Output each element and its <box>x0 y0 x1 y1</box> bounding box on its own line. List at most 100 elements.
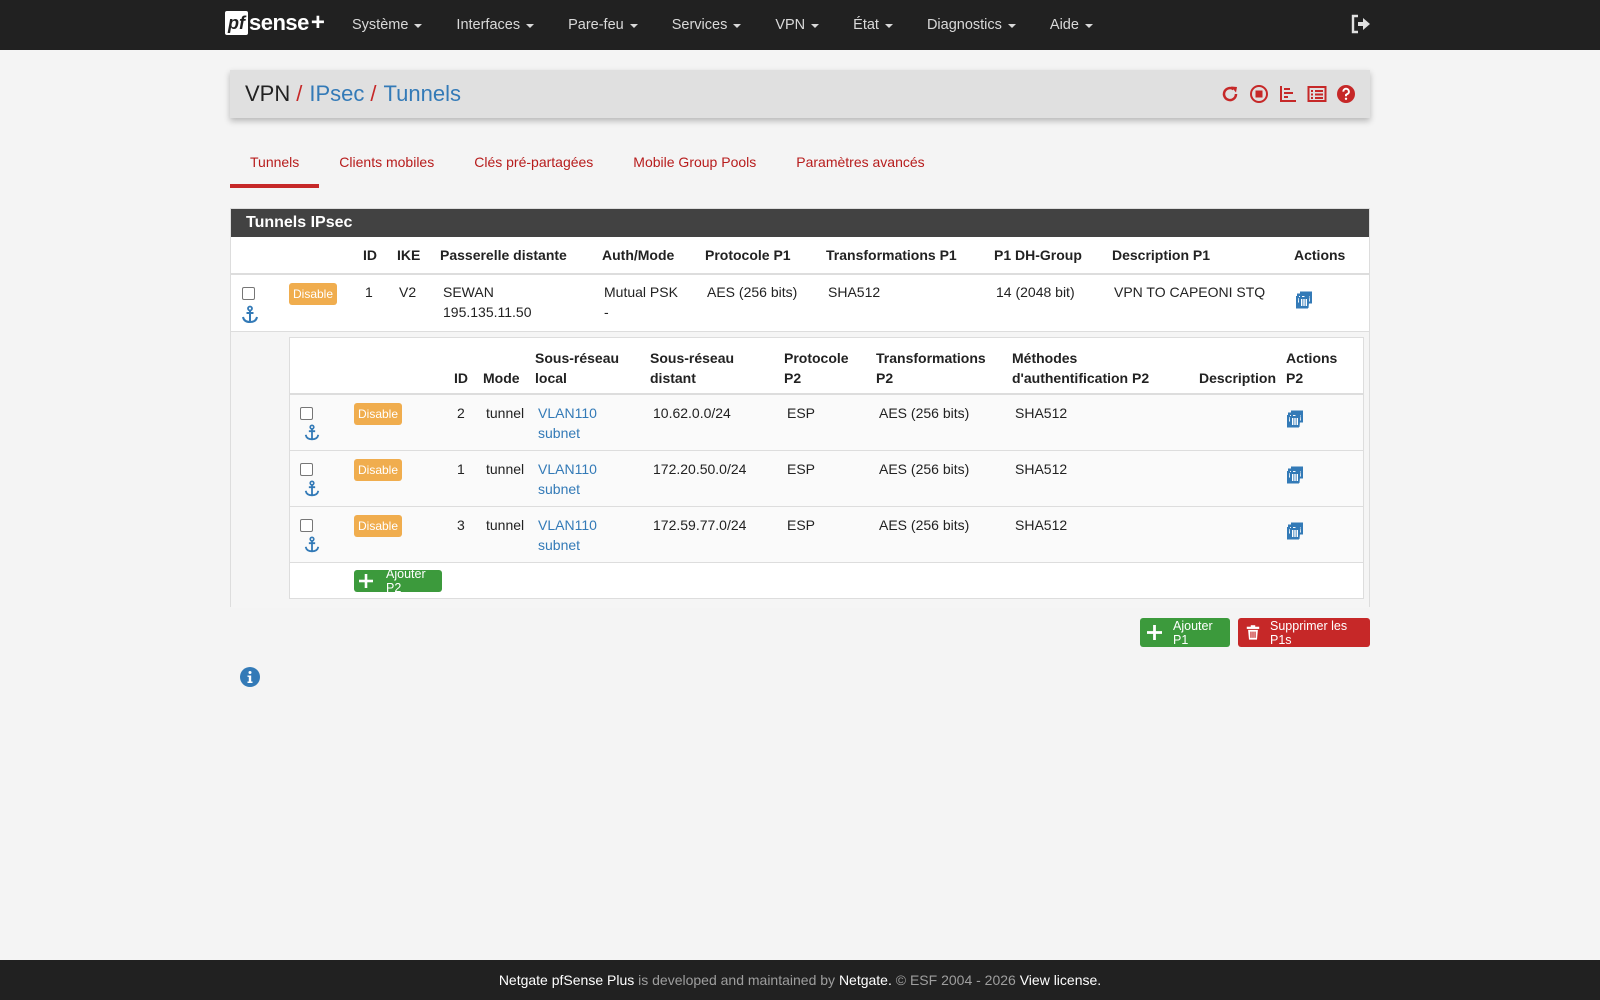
p2-proto: ESP <box>787 461 816 477</box>
p1-auth: Mutual PSK <box>604 284 678 300</box>
menu-interfaces[interactable]: Interfaces <box>442 0 548 50</box>
breadcrumb-ipsec[interactable]: IPsec <box>309 81 364 107</box>
p2-local-link-2[interactable]: subnet <box>538 423 580 443</box>
p1-select-checkbox[interactable] <box>242 287 255 300</box>
chart-icon[interactable] <box>1277 83 1298 104</box>
trash-icon[interactable] <box>1285 521 1305 541</box>
breadcrumb: VPN / IPsec / Tunnels <box>245 81 461 107</box>
stop-circle-icon[interactable] <box>1248 83 1269 104</box>
info-circle-icon[interactable] <box>240 667 260 687</box>
menu-services[interactable]: Services <box>658 0 756 50</box>
breadcrumb-bar: VPN / IPsec / Tunnels <box>230 70 1370 118</box>
plus-icon <box>359 574 373 588</box>
footer-product: Netgate pfSense Plus <box>498 972 635 988</box>
anchor-icon[interactable] <box>303 480 323 500</box>
p2-local-link-2[interactable]: subnet <box>538 479 580 499</box>
caret-down-icon <box>526 24 535 28</box>
trash-icon[interactable] <box>1294 290 1314 310</box>
breadcrumb-tunnels[interactable]: Tunnels <box>384 81 461 107</box>
p2-select-checkbox[interactable] <box>300 519 313 532</box>
menu-label: État <box>853 17 879 33</box>
menu-label: Diagnostics <box>926 17 1002 33</box>
p2-col-transforms: Transformations <box>876 350 986 366</box>
p2-row: Disable 1 tunnel VLAN110 subnet 172.20.5… <box>290 451 1363 507</box>
p2-local-link-2[interactable]: subnet <box>538 535 580 555</box>
tab-cles-pre-partagees[interactable]: Clés pré-partagées <box>454 142 613 188</box>
anchor-icon[interactable] <box>303 424 323 444</box>
p2-auth: SHA512 <box>1015 405 1068 421</box>
p2-transforms: AES (256 bits) <box>879 461 970 477</box>
p2-col-actions-2: P2 <box>1286 370 1304 386</box>
list-icon[interactable] <box>1306 83 1327 104</box>
logo-sense: sense <box>249 10 309 35</box>
p2-local-link[interactable]: VLAN110 <box>538 459 597 479</box>
disable-badge[interactable]: Disable <box>354 515 403 537</box>
menu-aide[interactable]: Aide <box>1036 0 1107 50</box>
breadcrumb-separator: / <box>296 81 303 106</box>
p2-row: Disable 3 tunnel VLAN110 subnet 172.59.7… <box>290 507 1363 563</box>
p2-remote: 172.20.50.0/24 <box>653 461 747 477</box>
p2-local-link[interactable]: VLAN110 <box>538 403 597 423</box>
trash-icon <box>1245 624 1261 641</box>
anchor-icon[interactable] <box>303 536 323 556</box>
delete-p1s-label: Supprimer les P1s <box>1270 618 1348 647</box>
p2-table-header: ID Mode Sous-réseau local Sous-réseau di… <box>290 338 1363 395</box>
col-id: ID <box>363 247 377 263</box>
pfsense-logo[interactable]: pf sense + <box>225 9 325 36</box>
trash-icon[interactable] <box>1285 409 1305 429</box>
p2-col-mode: Mode <box>483 370 520 386</box>
p1-proto: AES (256 bits) <box>707 284 798 300</box>
menu-diagnostics[interactable]: Diagnostics <box>913 0 1030 50</box>
breadcrumb-separator: / <box>370 81 377 106</box>
p2-select-checkbox[interactable] <box>300 407 313 420</box>
refresh-icon[interactable] <box>1219 83 1240 104</box>
add-p2-label: Ajouter P2 <box>386 567 426 595</box>
anchor-icon[interactable] <box>240 305 260 325</box>
menu-pare-feu[interactable]: Pare-feu <box>554 0 652 50</box>
p1-id: 1 <box>365 284 373 300</box>
delete-p1s-button[interactable]: Supprimer les P1s <box>1238 618 1370 647</box>
menu-etat[interactable]: État <box>839 0 907 50</box>
tab-mobile-group-pools[interactable]: Mobile Group Pools <box>613 142 776 188</box>
trash-icon[interactable] <box>1285 465 1305 485</box>
breadcrumb-vpn: VPN <box>245 81 291 106</box>
disable-badge[interactable]: Disable <box>289 283 338 305</box>
footer-netgate-link[interactable]: Netgate. <box>839 972 892 988</box>
p2-col-local-2: local <box>535 370 567 386</box>
col-actions: Actions <box>1294 247 1346 263</box>
p2-remote: 10.62.0.0/24 <box>653 405 731 421</box>
menu-systeme[interactable]: Système <box>338 0 436 50</box>
footer-license-link[interactable]: View license. <box>1020 972 1101 988</box>
help-icon[interactable] <box>1335 83 1356 104</box>
tab-parametres-avances[interactable]: Paramètres avancés <box>776 142 944 188</box>
panel-title: Tunnels IPsec <box>231 209 1369 237</box>
p2-mode: tunnel <box>486 405 525 421</box>
menu-label: Système <box>352 17 409 33</box>
menu-vpn[interactable]: VPN <box>761 0 833 50</box>
logo-pf: pf <box>225 11 248 35</box>
menu-label: Services <box>671 17 728 33</box>
p2-select-checkbox[interactable] <box>300 463 313 476</box>
caret-down-icon <box>811 24 820 28</box>
menu-label: Aide <box>1049 17 1079 33</box>
disable-badge[interactable]: Disable <box>354 403 403 425</box>
p2-id: 3 <box>457 517 465 533</box>
p2-local-link[interactable]: VLAN110 <box>538 515 597 535</box>
add-p2-button[interactable]: Ajouter P2 <box>354 567 442 595</box>
p2-col-proto-2: P2 <box>784 370 802 386</box>
caret-down-icon <box>884 24 893 28</box>
sign-out-icon[interactable] <box>1350 13 1374 37</box>
add-p1-button[interactable]: Ajouter P1 <box>1140 618 1230 647</box>
p1-description: VPN TO CAPEONI STQ <box>1114 284 1266 300</box>
col-ike: IKE <box>397 247 421 263</box>
tab-clients-mobiles[interactable]: Clients mobiles <box>319 142 454 188</box>
tab-tunnels[interactable]: Tunnels <box>230 142 320 188</box>
col-proto-p1: Protocole P1 <box>705 247 791 263</box>
disable-badge[interactable]: Disable <box>354 459 403 481</box>
p1-ike: V2 <box>399 284 417 300</box>
p2-auth: SHA512 <box>1015 517 1068 533</box>
caret-down-icon <box>1084 24 1093 28</box>
p2-table: ID Mode Sous-réseau local Sous-réseau di… <box>289 337 1364 599</box>
col-dh-group: P1 DH-Group <box>994 247 1082 263</box>
ipsec-tabs: Tunnels Clients mobiles Clés pré-partagé… <box>230 142 945 188</box>
